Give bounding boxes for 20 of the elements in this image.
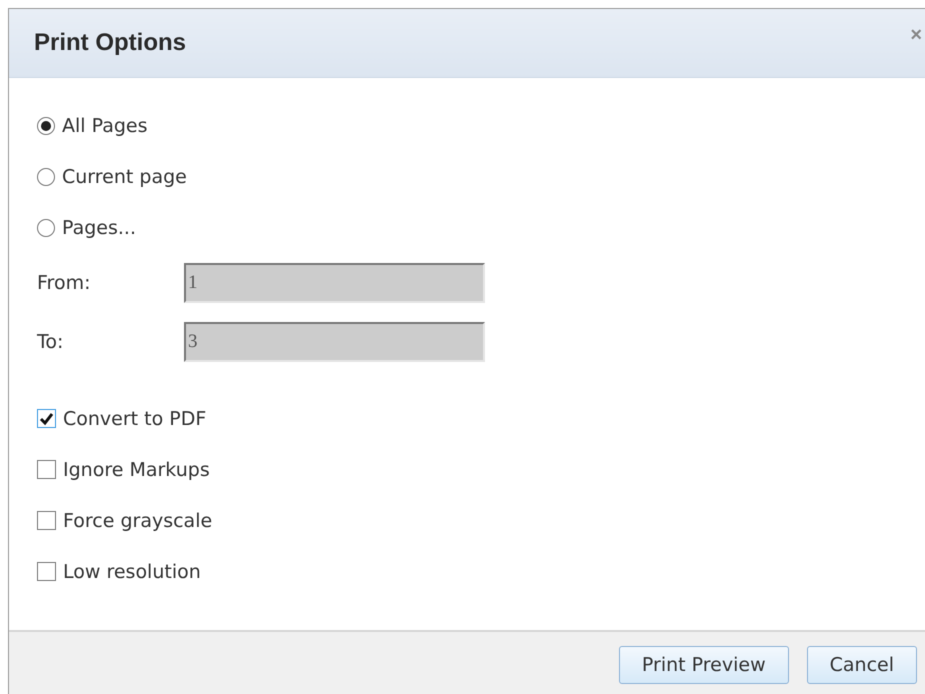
checkbox[interactable] — [37, 460, 56, 479]
dialog-button[interactable]: Print Preview — [618, 646, 789, 684]
dialog-button[interactable]: Cancel — [806, 646, 917, 684]
checkbox-label: Convert to PDF — [63, 408, 206, 430]
radio-button[interactable] — [37, 116, 55, 134]
close-button[interactable]: × — [910, 25, 922, 45]
checkbox-label: Low resolution — [63, 560, 201, 582]
radio-button[interactable] — [37, 168, 55, 186]
field-label: To: — [37, 330, 64, 352]
checkbox-label: Ignore Markups — [63, 458, 210, 480]
field-label: From: — [37, 272, 92, 294]
radio-label: Current page — [62, 166, 187, 188]
radio-label: All Pages — [62, 114, 148, 136]
checkbox[interactable] — [37, 511, 56, 530]
dialog-title: Print Options — [34, 29, 186, 57]
checkbox[interactable] — [37, 409, 56, 428]
radio-label: Pages... — [62, 216, 136, 238]
radio-button[interactable] — [37, 218, 55, 236]
checkbox-label: Force grayscale — [63, 510, 212, 532]
checkbox[interactable] — [37, 562, 56, 581]
